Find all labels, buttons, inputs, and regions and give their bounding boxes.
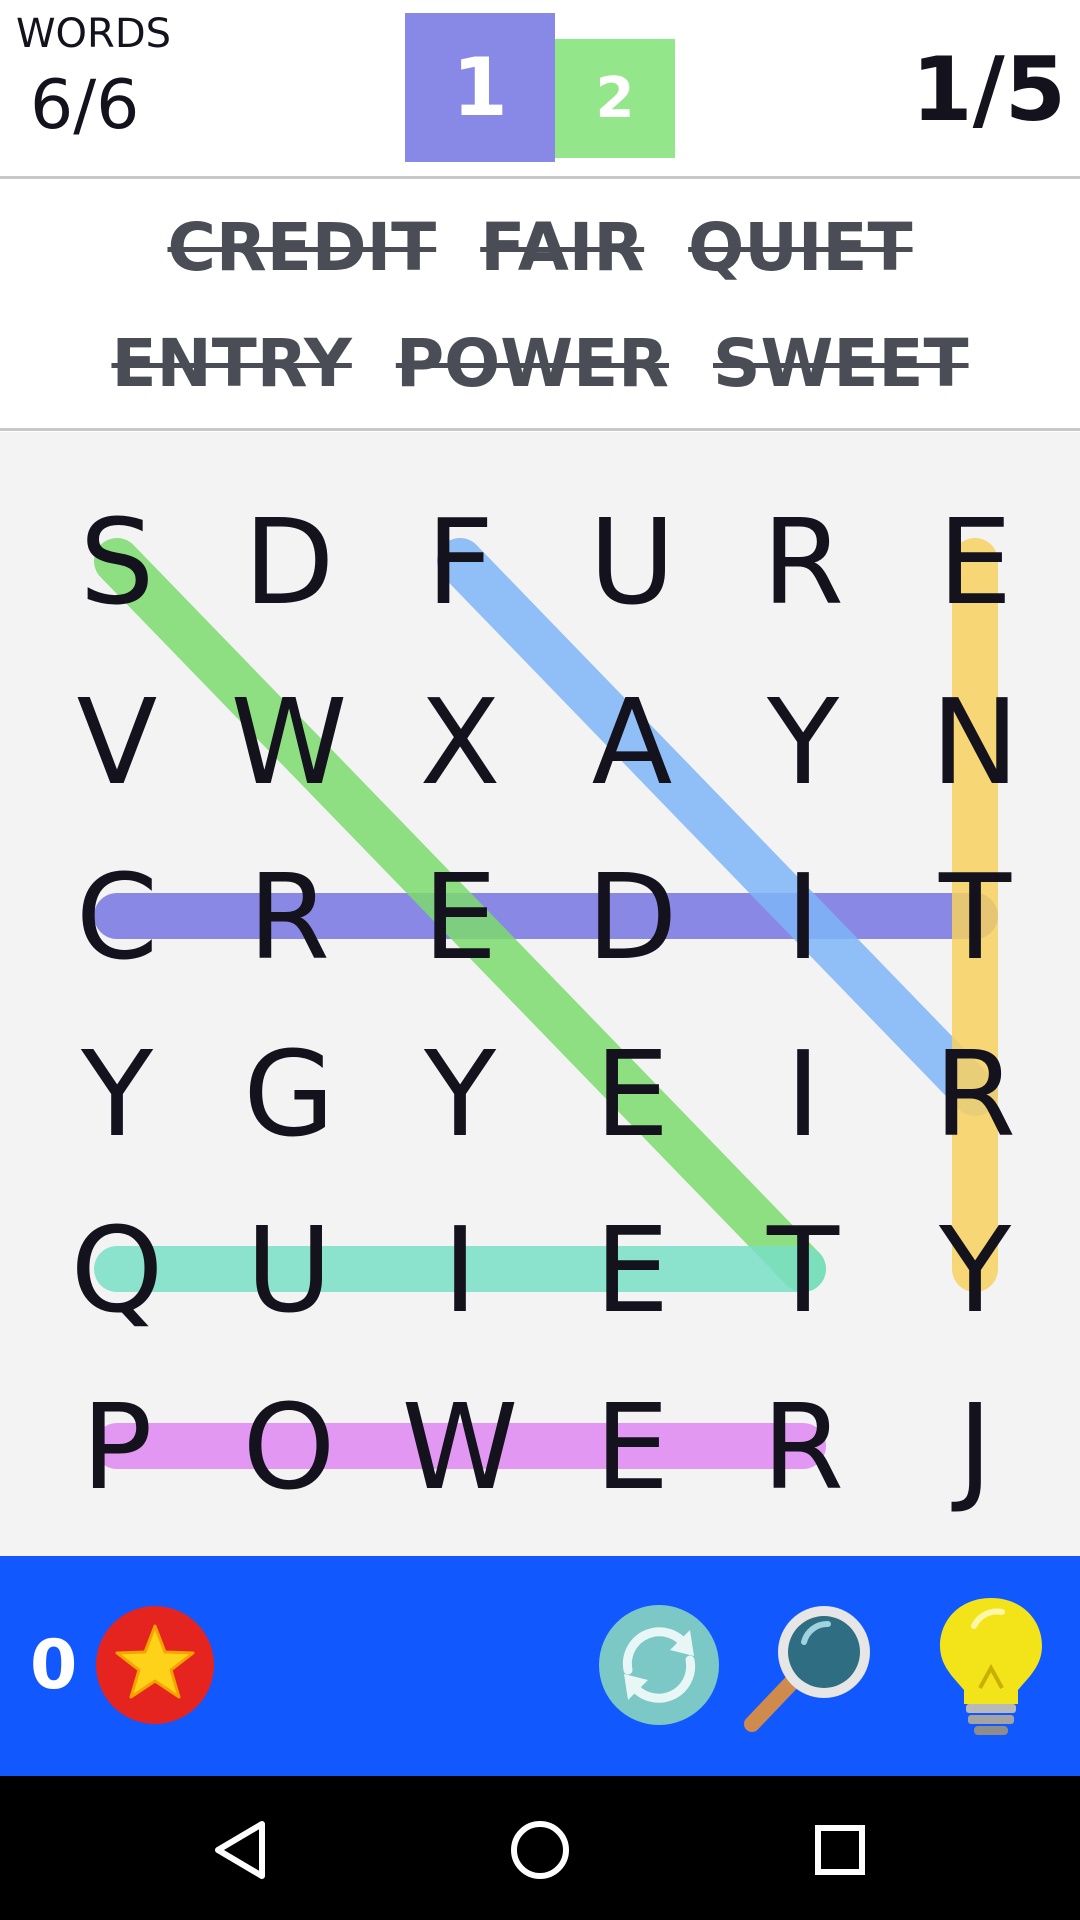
word-list: CREDIT FAIR QUIET ENTRY POWER SWEET	[0, 180, 1080, 428]
grid-letter[interactable]: A	[592, 673, 673, 811]
grid-letter[interactable]: J	[951, 1378, 993, 1516]
word-list-row-2: ENTRY POWER SWEET	[0, 324, 1080, 404]
grid-letter[interactable]: R	[762, 1378, 844, 1516]
grid-letter[interactable]: Y	[938, 1201, 1012, 1339]
grid-letter[interactable]: U	[589, 493, 675, 631]
words-count: 6/6	[30, 66, 140, 145]
grid-letter[interactable]: P	[81, 1378, 152, 1516]
grid-letter[interactable]: E	[595, 1201, 670, 1339]
grid-letter[interactable]: I	[786, 1025, 821, 1163]
recents-icon[interactable]	[740, 1776, 940, 1920]
grid-letter[interactable]: R	[934, 1025, 1016, 1163]
grid-letter[interactable]: E	[423, 848, 498, 986]
grid-letter[interactable]: W	[231, 673, 348, 811]
word-item: ENTRY	[111, 325, 352, 402]
grid-letter[interactable]: O	[243, 1378, 336, 1516]
grid-letter[interactable]: E	[938, 493, 1013, 631]
letter-grid[interactable]: SDFUREVWXAYNCREDITYGYEIRQUIETYPOWERJ	[0, 432, 1080, 1556]
grid-letter[interactable]: U	[246, 1201, 332, 1339]
wordlist-divider	[0, 428, 1080, 431]
header-divider	[0, 176, 1080, 179]
grid-letter[interactable]: D	[587, 848, 678, 986]
word-item: FAIR	[480, 209, 645, 286]
word-item: CREDIT	[167, 209, 437, 286]
words-label: WORDS	[16, 11, 172, 57]
grid-letter[interactable]: S	[80, 493, 155, 631]
grid-letter[interactable]: T	[766, 1201, 840, 1339]
grid-letter[interactable]: G	[243, 1025, 334, 1163]
grid-letter[interactable]: I	[443, 1201, 478, 1339]
puzzle-progress: 1/5	[911, 38, 1066, 141]
grid-letter[interactable]: Y	[80, 1025, 154, 1163]
system-nav-bar	[0, 1776, 1080, 1920]
grid-letter[interactable]: C	[76, 848, 158, 986]
grid-letter[interactable]: T	[938, 848, 1012, 986]
grid-letter[interactable]: V	[77, 673, 158, 811]
star-coin-icon[interactable]	[94, 1604, 216, 1726]
grid-letter[interactable]: N	[931, 673, 1019, 811]
level-tab-1[interactable]: 1	[405, 13, 555, 162]
grid-letter[interactable]: I	[786, 848, 821, 986]
grid-letter[interactable]: Y	[766, 673, 840, 811]
word-item: QUIET	[688, 209, 913, 286]
grid-letter[interactable]: Q	[71, 1201, 164, 1339]
lightbulb-icon[interactable]	[934, 1592, 1048, 1742]
letter-grid-canvas[interactable]: S D F U R EV W X A Y NC R E D I TY G Y E I RQ U I E T YP O W E R J	[0, 432, 1080, 1556]
grid-letter[interactable]: E	[595, 1378, 670, 1516]
shuffle-icon[interactable]	[598, 1604, 720, 1726]
grid-letter[interactable]: F	[426, 493, 494, 631]
level-tab-2[interactable]: 2	[555, 39, 675, 158]
magnifier-icon[interactable]	[738, 1596, 880, 1738]
word-item: POWER	[395, 325, 669, 402]
grid-letter[interactable]: X	[420, 673, 501, 811]
back-icon[interactable]	[140, 1776, 340, 1920]
home-icon[interactable]	[440, 1776, 640, 1920]
grid-letter[interactable]: D	[244, 493, 335, 631]
word-item: SWEET	[713, 325, 969, 402]
grid-letter[interactable]: W	[402, 1378, 519, 1516]
grid-letter[interactable]: Y	[423, 1025, 497, 1163]
toolbar: 0	[0, 1556, 1080, 1776]
word-list-row-1: CREDIT FAIR QUIET	[0, 208, 1080, 288]
grid-letter[interactable]: E	[595, 1025, 670, 1163]
grid-letter[interactable]: R	[762, 493, 844, 631]
coin-count: 0	[30, 1626, 78, 1705]
grid-letter[interactable]: R	[248, 848, 330, 986]
header: WORDS 6/6 1 2 1/5	[0, 0, 1080, 176]
